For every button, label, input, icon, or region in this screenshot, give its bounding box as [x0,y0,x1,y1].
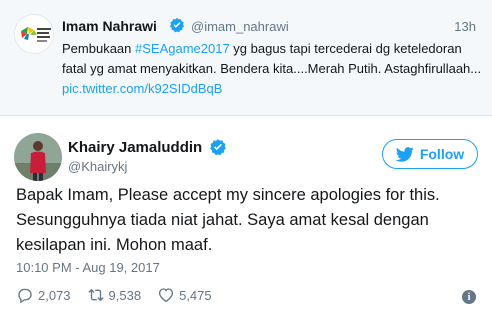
quoted-author-avatar[interactable] [14,14,54,54]
twitter-bird-icon [395,146,414,162]
quoted-text-before: Pembukaan [62,41,135,56]
quoted-tweet-time[interactable]: 13h [454,19,476,34]
like-action[interactable]: 5,475 [157,286,212,304]
reply-action[interactable]: 2,073 [16,286,71,304]
author-name[interactable]: Khairy Jamaluddin [68,139,202,156]
verified-badge-icon [169,18,185,33]
reply-bubble-icon [18,288,32,304]
verified-badge-icon [210,139,226,156]
quoted-author-name[interactable]: Imam Nahrawi [62,18,157,34]
retweet-action[interactable]: 9,538 [87,286,142,304]
retweet-count: 9,538 [108,287,142,303]
tweet-timestamp[interactable]: 10:10 PM - Aug 19, 2017 [16,260,160,275]
hashtag-link[interactable]: #SEAgame2017 [135,41,230,56]
heart-icon [159,288,174,303]
retweet-icon [87,289,104,301]
pic-link[interactable]: pic.twitter.com/k92SIDdBqB [62,81,222,96]
tweet-text: Bapak Imam, Please accept my sincere apo… [16,186,440,254]
tweet-actions: 2,073 9,538 5,475 [16,286,228,304]
follow-label: Follow [419,146,465,162]
quoted-tweet[interactable]: Imam Nahrawi @imam_nahrawi 13h Pembukaan… [0,0,492,116]
quoted-tweet-text: Pembukaan #SEAgame2017 yg bagus tapi ter… [62,39,482,99]
author-avatar[interactable] [14,133,62,181]
follow-button[interactable]: Follow [382,139,478,169]
like-count: 5,475 [179,287,212,303]
author-handle[interactable]: @Khairykj [68,159,127,174]
author-photo-icon [14,133,62,181]
asian-games-logo-icon [15,15,53,53]
quoted-author-handle[interactable]: @imam_nahrawi [191,19,289,34]
info-icon[interactable]: i [462,290,476,304]
reply-count: 2,073 [38,287,71,303]
